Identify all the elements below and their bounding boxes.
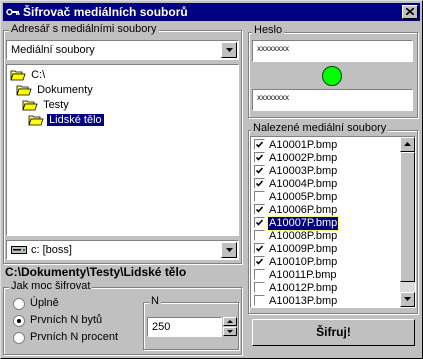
drive-combo[interactable]: c: [boss] — [6, 240, 239, 260]
checkbox-checked[interactable] — [254, 217, 265, 228]
n-input[interactable]: 250 — [147, 317, 222, 337]
file-name: A10005P.bmp — [269, 191, 338, 203]
checkmark-icon — [256, 141, 263, 148]
n-group-label: N — [149, 295, 161, 307]
checkbox-unchecked[interactable] — [254, 191, 265, 202]
triangle-down-icon — [404, 297, 411, 301]
tree-item-label: Testy — [43, 99, 69, 111]
checkbox-checked[interactable] — [254, 256, 265, 267]
tree-item-dokumenty[interactable]: Dokumenty — [16, 82, 95, 98]
file-name: A10012P.bmp — [269, 282, 338, 294]
tree-item-label: Lidské tělo — [47, 114, 104, 126]
n-value: 250 — [152, 321, 171, 333]
file-name: A10001P.bmp — [269, 139, 338, 151]
main-window: Šifrovač mediálních souborů Adresář s me… — [0, 0, 423, 359]
password-confirm-field[interactable]: xxxxxxxx — [252, 89, 413, 111]
checkbox-unchecked[interactable] — [254, 230, 265, 241]
file-name: A10009P.bmp — [269, 243, 338, 255]
tree-item-testy[interactable]: Testy — [22, 97, 71, 113]
file-name: A10007P.bmp — [266, 216, 340, 231]
radio-checked[interactable] — [13, 315, 25, 327]
close-button[interactable] — [402, 5, 418, 19]
radio-unchecked[interactable] — [13, 332, 25, 344]
drive-value: c: [boss] — [31, 244, 72, 256]
drive-dropdown-button[interactable] — [221, 242, 237, 258]
checkbox-checked[interactable] — [254, 165, 265, 176]
filter-value: Mediální soubory — [11, 44, 95, 56]
checkbox-unchecked[interactable] — [254, 269, 265, 280]
spin-down-button[interactable] — [223, 327, 237, 336]
checkbox-checked[interactable] — [254, 178, 265, 189]
checkmark-icon — [256, 167, 263, 174]
password-value: xxxxxxxx — [257, 44, 289, 53]
checkmark-icon — [256, 180, 263, 187]
spin-up-button[interactable] — [223, 317, 237, 326]
checkbox-checked[interactable] — [254, 152, 265, 163]
scroll-down-button[interactable] — [400, 292, 415, 307]
file-name: A10004P.bmp — [269, 178, 338, 190]
open-folder-icon — [28, 115, 44, 126]
drive-icon — [11, 246, 27, 254]
password-confirm-value: xxxxxxxx — [257, 93, 289, 102]
checkmark-icon — [256, 258, 263, 265]
password-group-label: Heslo — [252, 24, 285, 36]
checkbox-unchecked[interactable] — [254, 295, 265, 306]
files-group-label: Nalezené mediální soubory — [251, 122, 389, 134]
tree-item-lidske-telo[interactable]: Lidské tělo — [28, 112, 104, 128]
password-match-indicator — [322, 66, 342, 86]
file-name: A10011P.bmp — [269, 269, 337, 281]
checkbox-checked[interactable] — [254, 243, 265, 254]
directory-group-label: Adresář s mediálními soubory — [9, 23, 159, 35]
window-title: Šifrovač mediálních souborů — [23, 5, 188, 19]
scroll-thumb[interactable] — [400, 152, 415, 282]
open-folder-icon — [22, 100, 38, 111]
radio-unchecked[interactable] — [13, 298, 25, 310]
radio-label: Prvních N procent — [30, 331, 119, 343]
triangle-up-icon — [404, 142, 411, 146]
checkmark-icon — [256, 219, 263, 226]
close-icon — [406, 8, 414, 15]
open-folder-icon — [10, 70, 26, 81]
file-name: A10013P.bmp — [269, 295, 338, 307]
checkmark-icon — [256, 245, 263, 252]
password-field[interactable]: xxxxxxxx — [252, 40, 413, 62]
radio-label: Prvních N bytů — [30, 314, 103, 326]
file-name: A10010P.bmp — [269, 256, 338, 268]
filter-combo[interactable]: Mediální soubory — [6, 40, 239, 60]
checkmark-icon — [256, 154, 263, 161]
tree-item-root[interactable]: C:\ — [10, 67, 47, 83]
file-name: A10003P.bmp — [269, 165, 338, 177]
triangle-down-icon — [227, 330, 233, 333]
chevron-down-icon — [226, 248, 233, 252]
file-name: A10008P.bmp — [269, 230, 338, 242]
checkbox-checked[interactable] — [254, 139, 265, 150]
files-scrollbar[interactable] — [400, 137, 415, 307]
checkmark-icon — [256, 206, 263, 213]
triangle-up-icon — [227, 320, 233, 323]
key-icon — [6, 8, 20, 16]
scroll-up-button[interactable] — [400, 137, 415, 152]
title-bar[interactable]: Šifrovač mediálních souborů — [3, 3, 420, 21]
checkbox-checked[interactable] — [254, 204, 265, 215]
files-list[interactable]: A10001P.bmp A10002P.bmp A10003P.bmp A10004P… — [250, 136, 416, 308]
checkbox-unchecked[interactable] — [254, 282, 265, 293]
radio-label: Úplně — [30, 297, 59, 309]
chevron-down-icon — [226, 48, 233, 52]
encrypt-button[interactable]: Šifruj! — [252, 319, 415, 346]
tree-item-label: C:\ — [31, 69, 46, 81]
filter-dropdown-button[interactable] — [221, 42, 237, 58]
strength-group-label: Jak moc šifrovat — [9, 280, 93, 292]
file-name: A10002P.bmp — [269, 152, 338, 164]
current-path: C:\Dokumenty\Testy\Lidské tělo — [5, 265, 187, 279]
directory-tree[interactable]: C:\ Dokumenty Testy Lidské tělo — [6, 64, 239, 236]
file-name: A10006P.bmp — [269, 204, 338, 216]
tree-item-label: Dokumenty — [37, 84, 93, 96]
open-folder-icon — [16, 85, 32, 96]
